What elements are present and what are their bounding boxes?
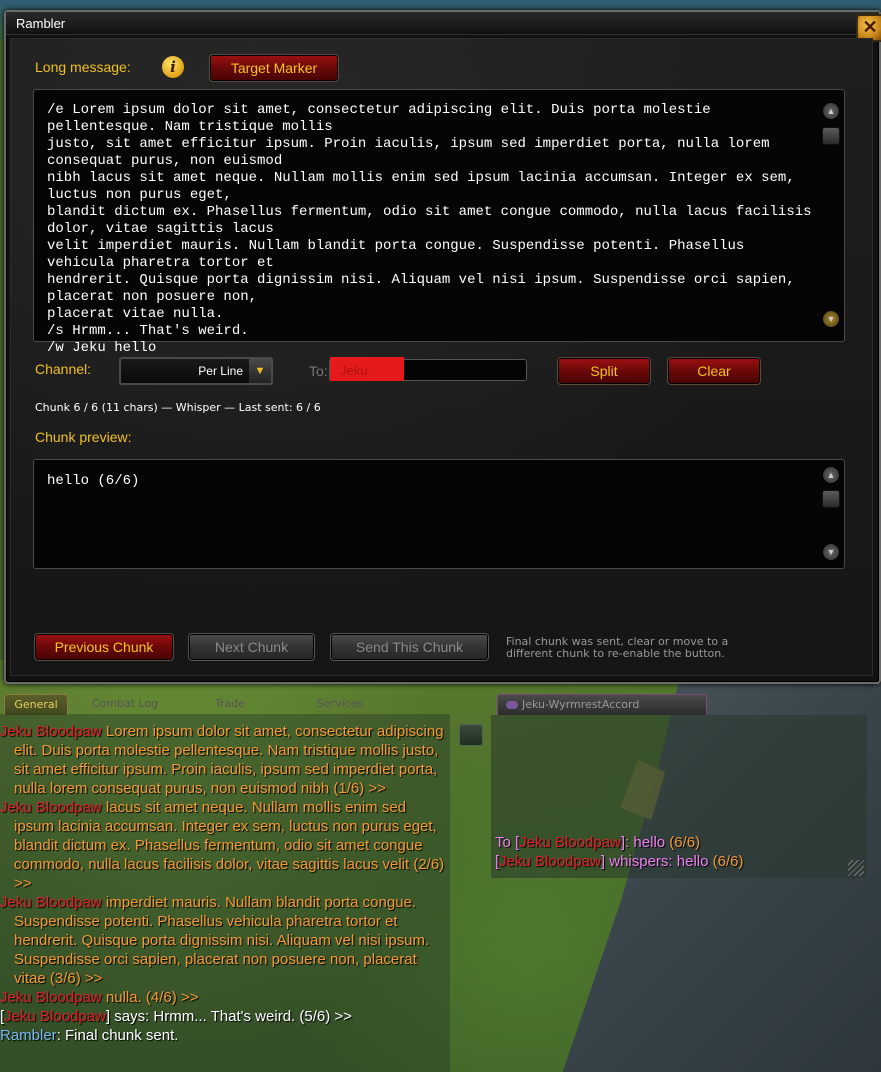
previous-chunk-button[interactable]: Previous Chunk: [34, 633, 174, 661]
tab-general[interactable]: General: [4, 694, 68, 715]
channel-label: Channel:: [35, 361, 92, 377]
chat-message-text: says: Hrmm... That's weird. (5/6) >>: [110, 1008, 352, 1025]
tab-services[interactable]: Services: [300, 694, 380, 714]
chat-message: Jeku Bloodpaw lacus sit amet neque. Null…: [0, 798, 450, 893]
chat-message: Rambler: Final chunk sent.: [0, 1026, 450, 1045]
preview-scroll-thumb[interactable]: [822, 490, 840, 508]
info-icon[interactable]: i: [162, 56, 184, 78]
chunk-preview-label: Chunk preview:: [35, 429, 132, 445]
long-message-label: Long message:: [35, 59, 131, 75]
whisper-text: ] whispers: hello: [600, 853, 709, 870]
chat-message: Jeku Bloodpaw Lorem ipsum dolor sit amet…: [0, 722, 450, 798]
chat-player-name[interactable]: Jeku Bloodpaw: [0, 723, 102, 740]
tab-trade[interactable]: Trade: [200, 694, 260, 714]
chat-player-name[interactable]: Jeku Bloodpaw: [0, 894, 102, 911]
preview-scroll-down-icon[interactable]: ▼: [822, 543, 840, 561]
whisper-count: (6/6): [665, 834, 701, 851]
whisper-message: [Jeku Bloodpaw] whispers: hello (6/6): [495, 852, 855, 871]
chat-message-text: nulla. (4/6) >>: [101, 989, 199, 1006]
addon-name: Rambler: [0, 1027, 57, 1044]
whisper-count: (6/6): [708, 853, 744, 870]
chat-message: Jeku Bloodpaw imperdiet mauris. Nullam b…: [0, 893, 450, 988]
chat-player-name[interactable]: Jeku Bloodpaw: [4, 1008, 106, 1025]
preview-scroll-up-icon[interactable]: ▲: [822, 466, 840, 484]
to-input-value: Jeku: [340, 363, 368, 378]
split-button[interactable]: Split: [557, 357, 651, 385]
chunk-preview-text: hello (6/6): [47, 473, 140, 489]
rambler-window: Rambler ✕ Long message: i Target Marker …: [4, 10, 881, 684]
whisper-text: ]: hello: [620, 834, 666, 851]
tab-combat-log[interactable]: Combat Log: [80, 694, 170, 714]
scroll-thumb[interactable]: [822, 127, 840, 145]
chat-message: [Jeku Bloodpaw] says: Hrmm... That's wei…: [0, 1007, 450, 1026]
chat-player-name[interactable]: Jeku Bloodpaw: [0, 989, 102, 1006]
whisper-chat-messages: To [Jeku Bloodpaw]: hello (6/6) [Jeku Bl…: [495, 833, 855, 871]
long-message-text[interactable]: /e Lorem ipsum dolor sit amet, consectet…: [47, 102, 812, 357]
chat-player-name[interactable]: Jeku Bloodpaw: [499, 853, 601, 870]
chunk-preview-box[interactable]: hello (6/6) ▲ ▼: [33, 459, 845, 569]
next-chunk-button[interactable]: Next Chunk: [188, 633, 315, 661]
whisper-tab-icon: [506, 701, 518, 709]
channel-dropdown-value: Per Line: [198, 364, 243, 378]
chevron-down-icon[interactable]: ▼: [249, 359, 271, 383]
scroll-up-icon[interactable]: ▲: [822, 102, 840, 120]
chat-player-name[interactable]: Jeku Bloodpaw: [519, 834, 621, 851]
whisper-message: To [Jeku Bloodpaw]: hello (6/6): [495, 833, 855, 852]
chat-message: Jeku Bloodpaw nulla. (4/6) >>: [0, 988, 450, 1007]
scroll-down-icon[interactable]: ▼: [822, 310, 840, 328]
to-input[interactable]: Jeku: [329, 357, 527, 381]
whisper-prefix: To [: [495, 834, 520, 851]
chat-message-text: : Final chunk sent.: [56, 1027, 179, 1044]
send-chunk-button[interactable]: Send This Chunk: [330, 633, 489, 661]
clear-button[interactable]: Clear: [667, 357, 761, 385]
title-bar[interactable]: Rambler: [6, 12, 879, 35]
general-chat-messages: Jeku Bloodpaw Lorem ipsum dolor sit amet…: [0, 722, 450, 1045]
whisper-tab-label: Jeku-WyrmrestAccord: [522, 698, 640, 711]
long-message-editbox[interactable]: /e Lorem ipsum dolor sit amet, consectet…: [33, 89, 845, 356]
chat-menu-button[interactable]: [459, 724, 483, 746]
chunk-status: Chunk 6 / 6 (11 chars) — Whisper — Last …: [35, 401, 321, 414]
resize-grip-icon[interactable]: [848, 860, 864, 876]
channel-dropdown[interactable]: Per Line ▼: [119, 357, 273, 385]
window-body: Long message: i Target Marker /e Lorem i…: [10, 38, 873, 676]
to-label: To:: [309, 363, 328, 379]
window-title: Rambler: [16, 16, 66, 31]
target-marker-button[interactable]: Target Marker: [209, 54, 339, 82]
chat-player-name[interactable]: Jeku Bloodpaw: [0, 799, 102, 816]
tab-whisper[interactable]: Jeku-WyrmrestAccord: [497, 694, 707, 715]
send-disabled-hint: Final chunk was sent, clear or move to a…: [506, 635, 729, 660]
